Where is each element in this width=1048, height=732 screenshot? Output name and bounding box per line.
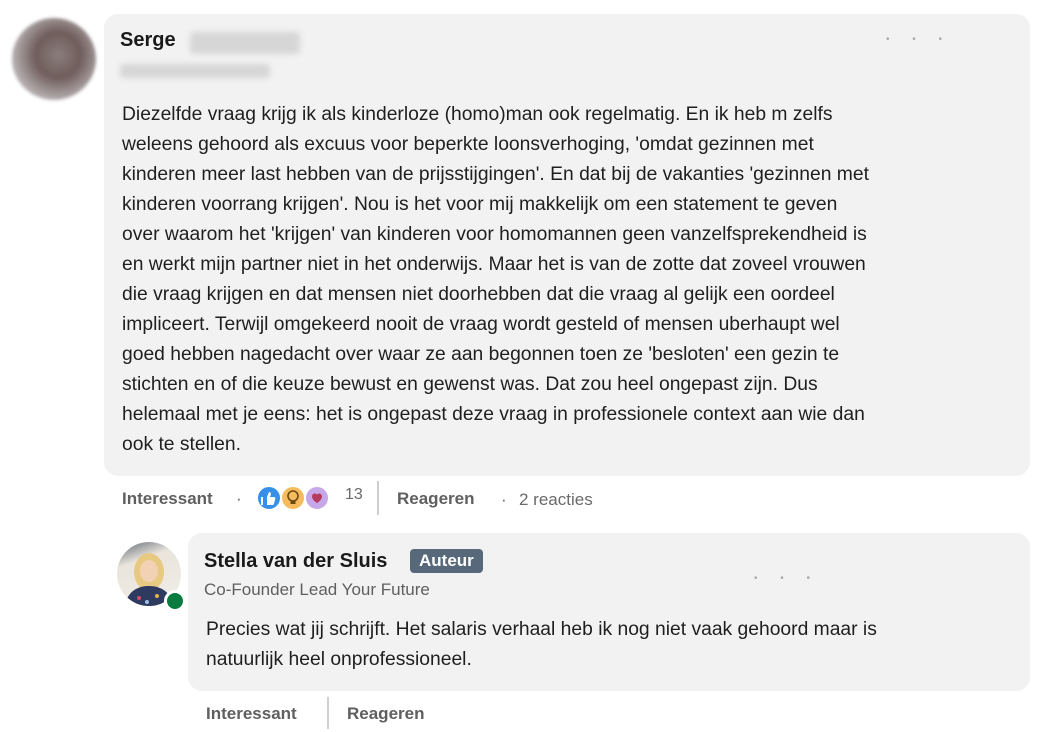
reply-reply-button[interactable]: Reageren xyxy=(347,704,424,724)
online-status-icon xyxy=(164,590,186,612)
action-divider xyxy=(327,697,329,729)
dot-separator: · xyxy=(501,490,507,509)
reaction-icons[interactable] xyxy=(256,485,338,515)
reply-options-icon[interactable]: • • • xyxy=(754,573,820,584)
commenter-avatar[interactable] xyxy=(12,18,96,100)
insightful-icon xyxy=(280,485,306,511)
reply-react-button[interactable]: Interessant xyxy=(206,704,297,724)
comment-react-button[interactable]: Interessant xyxy=(122,489,213,509)
action-divider xyxy=(377,481,379,515)
reaction-count[interactable]: 13 xyxy=(345,486,363,504)
comment-options-icon[interactable]: • • • xyxy=(886,34,952,45)
reply-bubble: Stella van der Sluis Auteur Co-Founder L… xyxy=(188,533,1030,691)
dot-separator: · xyxy=(236,489,242,508)
reply-author-name[interactable]: Stella van der Sluis xyxy=(204,550,387,573)
support-icon xyxy=(304,485,330,511)
author-badge: Auteur xyxy=(410,549,483,573)
blurred-author-headline xyxy=(120,64,270,78)
replies-count-link[interactable]: 2 reacties xyxy=(519,490,593,510)
comment-bubble: Serge • • • Diezelfde vraag krijg ik als… xyxy=(104,14,1030,476)
reply-body: Precies wat jij schrijft. Het salaris ve… xyxy=(206,619,877,670)
comment-reply-button[interactable]: Reageren xyxy=(397,489,474,509)
comment-body: Diezelfde vraag krijg ik als kinderloze … xyxy=(122,104,869,455)
blurred-author-surname xyxy=(190,32,300,54)
comment-author-name[interactable]: Serge xyxy=(120,29,176,52)
like-icon xyxy=(256,485,282,511)
reply-author-title: Co-Founder Lead Your Future xyxy=(204,580,430,599)
